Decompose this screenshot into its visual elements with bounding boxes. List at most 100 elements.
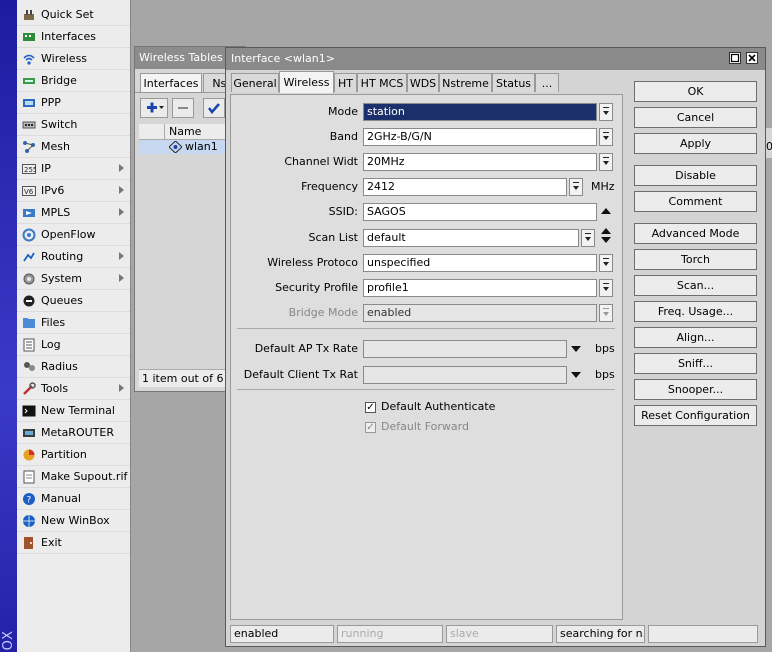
tab-wds[interactable]: WDS [407,73,439,92]
security-profile-select[interactable]: profile1 [363,279,597,297]
sidebar-item-ipv6[interactable]: V6 IPv6 [17,180,130,202]
cancel-button[interactable]: Cancel [634,107,757,128]
disable-button[interactable]: Disable [634,165,757,186]
maximize-button[interactable] [729,52,741,64]
channel-width-select[interactable]: 20MHz [363,153,597,171]
torch-button[interactable]: Torch [634,249,757,270]
sidebar-item-exit[interactable]: Exit [17,532,130,554]
scan-list-select[interactable]: default [363,229,579,247]
tab-ht-mcs[interactable]: HT MCS [357,73,407,92]
tab-general[interactable]: General [231,73,279,92]
bridge-mode-dropdown-button[interactable] [599,304,613,322]
sidebar-item-mesh[interactable]: Mesh [17,136,130,158]
scan-list-remove-icon[interactable] [601,228,611,234]
sidebar-item-label: Partition [41,448,87,461]
freq-usage-button[interactable]: Freq. Usage... [634,301,757,322]
sidebar-item-bridge[interactable]: Bridge [17,70,130,92]
default-client-tx-rate-label: Default Client Tx Rat [243,368,358,381]
bridge-mode-select[interactable]: enabled [363,304,597,322]
switch-icon [21,117,37,133]
mode-dropdown-button[interactable] [599,103,613,121]
sniff-button[interactable]: Sniff... [634,353,757,374]
system-icon [21,271,37,287]
sidebar-item-radius[interactable]: Radius [17,356,130,378]
frequency-select[interactable]: 2412 [363,178,567,196]
bridge-mode-label: Bridge Mode [288,306,358,319]
sidebar-item-partition[interactable]: Partition [17,444,130,466]
sidebar-item-manual[interactable]: ? Manual [17,488,130,510]
sidebar-item-tools[interactable]: Tools [17,378,130,400]
wireless-icon [21,51,37,67]
sidebar-item-metarouter[interactable]: MetaROUTER [17,422,130,444]
sidebar-item-log[interactable]: Log [17,334,130,356]
tab-nstreme[interactable]: Nstreme [439,73,492,92]
align-button[interactable]: Align... [634,327,757,348]
sidebar-item-label: New WinBox [41,514,110,527]
sidebar-item-files[interactable]: Files [17,312,130,334]
ssid-input[interactable]: SAGOS [363,203,597,221]
apply-button[interactable]: Apply [634,133,757,154]
remove-button[interactable] [172,98,194,118]
sidebar-item-label: New Terminal [41,404,115,417]
add-button[interactable] [140,98,168,118]
sidebar-item-label: Manual [41,492,81,505]
scan-list-dropdown-button[interactable] [581,229,595,247]
log-icon [21,337,37,353]
default-ap-tx-rate-input[interactable] [363,340,567,358]
default-forward-checkbox[interactable]: ✓ [365,422,376,433]
mode-select[interactable]: station [363,103,597,121]
default-ap-tx-rate-expand-icon[interactable] [571,346,581,352]
sidebar-item-ip[interactable]: 255 IP [17,158,130,180]
snooper-button[interactable]: Snooper... [634,379,757,400]
sidebar-item-label: Mesh [41,140,70,153]
ppp-icon [21,95,37,111]
sidebar-item-terminal[interactable]: New Terminal [17,400,130,422]
sidebar-item-label: PPP [41,96,61,109]
dialog-title-bar[interactable]: Interface <wlan1> [226,48,765,70]
sidebar-item-winbox[interactable]: New WinBox [17,510,130,532]
submenu-arrow-icon [119,164,124,172]
sidebar-item-supout[interactable]: Make Supout.rif [17,466,130,488]
sidebar-item-switch[interactable]: Switch [17,114,130,136]
tab-ht[interactable]: HT [334,73,357,92]
mesh-icon [21,139,37,155]
band-dropdown-button[interactable] [599,128,613,146]
sidebar-item-mpls[interactable]: MPLS [17,202,130,224]
ssid-collapse-icon[interactable] [601,208,611,214]
frequency-dropdown-button[interactable] [569,178,583,196]
sidebar-item-queues[interactable]: Queues [17,290,130,312]
column-name-header[interactable]: Name [169,125,201,138]
band-select[interactable]: 2GHz-B/G/N [363,128,597,146]
sidebar-item-openflow[interactable]: OpenFlow [17,224,130,246]
sidebar-item-label: Exit [41,536,62,549]
ip-icon: 255 [21,161,37,177]
scan-button[interactable]: Scan... [634,275,757,296]
scan-list-add-icon[interactable] [601,237,611,243]
reset-configuration-button[interactable]: Reset Configuration [634,405,757,426]
default-client-tx-rate-expand-icon[interactable] [571,372,581,378]
wireless-protocol-dropdown-button[interactable] [599,254,613,272]
comment-button[interactable]: Comment [634,191,757,212]
security-profile-dropdown-button[interactable] [599,279,613,297]
sidebar-item-wireless[interactable]: Wireless [17,48,130,70]
sidebar-item-quick-set[interactable]: Quick Set [17,4,130,26]
default-client-tx-rate-input[interactable] [363,366,567,384]
sidebar-item-routing[interactable]: Routing [17,246,130,268]
tab-status[interactable]: Status [492,73,535,92]
sidebar-item-interfaces[interactable]: Interfaces [17,26,130,48]
advanced-mode-button[interactable]: Advanced Mode [634,223,757,244]
sidebar-item-ppp[interactable]: PPP [17,92,130,114]
wireless-protocol-select[interactable]: unspecified [363,254,597,272]
bg-window-edge-text: 0 [766,140,772,153]
tab-more[interactable]: ... [535,73,559,92]
ok-button[interactable]: OK [634,81,757,102]
channel-width-dropdown-button[interactable] [599,153,613,171]
sidebar-item-system[interactable]: System [17,268,130,290]
tab-interfaces-bg[interactable]: Interfaces [140,73,202,92]
submenu-arrow-icon [119,252,124,260]
default-authenticate-checkbox[interactable]: ✓ [365,402,376,413]
enable-button[interactable] [203,98,225,118]
submenu-arrow-icon [119,274,124,282]
tab-wireless[interactable]: Wireless [279,71,334,93]
close-button[interactable] [746,52,758,64]
